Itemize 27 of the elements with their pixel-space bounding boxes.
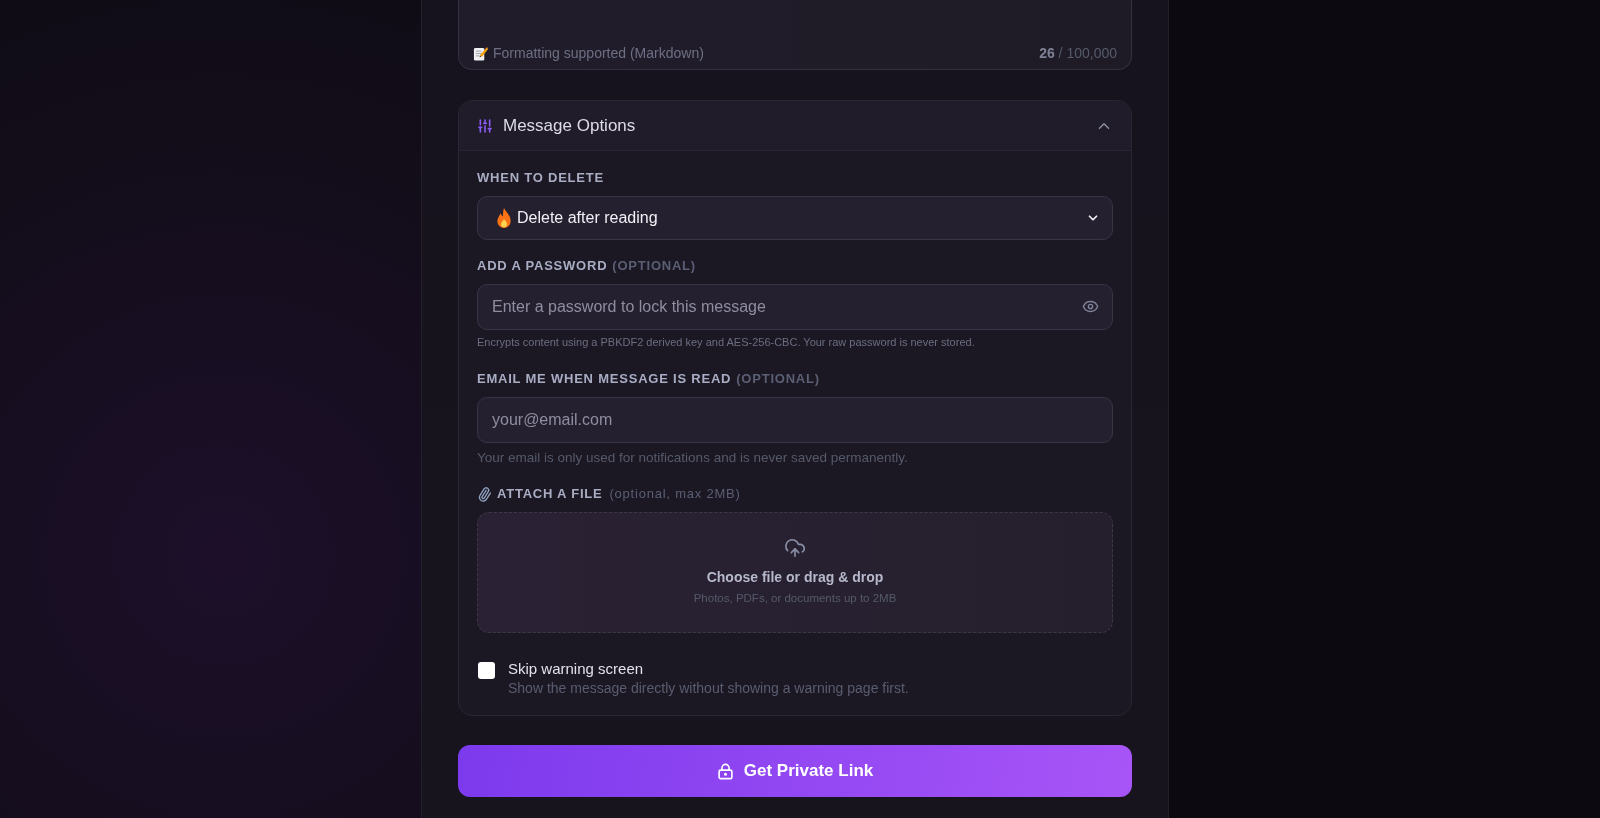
- get-link-button[interactable]: Get Private Link: [458, 745, 1132, 797]
- checkbox-label: Skip warning screen: [508, 660, 645, 678]
- optional-note: (optional, max 2MB): [609, 486, 741, 502]
- formatting-note: Formatting supported (Markdown): [493, 44, 704, 62]
- field-label: WHEN TO DELETE: [477, 170, 604, 186]
- eye-icon[interactable]: [1082, 298, 1099, 315]
- memo-pencil-icon: [473, 45, 488, 61]
- character-counter: 26 / 100,000: [1039, 44, 1117, 62]
- lock-icon: [716, 762, 734, 780]
- field-label: ATTACH A FILE: [497, 486, 603, 502]
- cloud-upload-icon: [784, 537, 806, 559]
- checkbox-description: Show the message directly without showing a warning page first.: [508, 679, 909, 698]
- checkbox[interactable]: [478, 662, 495, 679]
- flame-icon: [497, 208, 511, 228]
- password-field[interactable]: Enter a password to lock this message: [477, 284, 1113, 330]
- field-help-text: Your email is only used for notifications and is never saved permanently.: [477, 449, 909, 467]
- optional-note: (OPTIONAL): [612, 258, 696, 274]
- options-header[interactable]: Message Options: [459, 101, 1131, 151]
- field-help-text: Encrypts content using a PBKDF2 derived key and AES-256-CBC. Your raw password is never stored.: [477, 335, 976, 349]
- field-label: ADD A PASSWORD: [477, 258, 608, 274]
- delete-timing-select[interactable]: Delete after reading: [477, 196, 1113, 240]
- field-label: EMAIL ME WHEN MESSAGE IS READ: [477, 371, 732, 387]
- options-title: Message Options: [503, 114, 637, 137]
- email-field[interactable]: your@email.com: [477, 397, 1113, 443]
- sliders-icon: [477, 117, 493, 134]
- optional-note: (OPTIONAL): [736, 371, 820, 387]
- drop-zone-title: Choose file or drag & drop: [706, 568, 884, 586]
